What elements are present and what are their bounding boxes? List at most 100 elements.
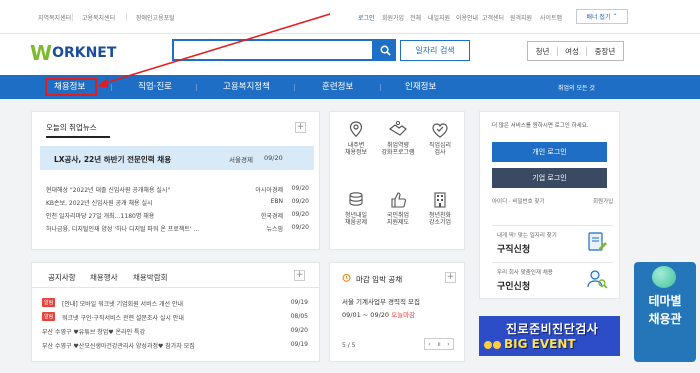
nav-career[interactable]: 직업·진로 [138, 80, 172, 92]
service-label: 지원제도 [386, 219, 410, 226]
search-icon [380, 45, 391, 56]
divider [586, 46, 588, 56]
deadline-dates: 09/01 ~ 09/20 [342, 311, 390, 319]
divider [196, 84, 197, 91]
site-header: W ORKNET 일자리 검색 청년 여성 중장년 [0, 34, 700, 75]
user-search-icon [587, 270, 608, 289]
site-link-disability-portal[interactable]: 장애인고용포털 [136, 13, 175, 22]
theme-banner-line2: 채용관 [648, 312, 682, 326]
tab-notice[interactable]: 공지사항 [48, 272, 76, 283]
news-more-button[interactable]: + [295, 122, 306, 133]
top-utility-bar: 지역복지센터 고용복지센터 장애인고용포털 로그인 회원가입 전체 내일지원 이… [0, 0, 700, 34]
personal-login-button[interactable]: 개인 로그인 [492, 142, 607, 162]
jobseeker-promo[interactable]: 내게 딱! 맞는 일자리 찾기 구직신청 [492, 225, 613, 261]
service-label: 취업역량 [386, 142, 410, 149]
next-icon[interactable]: › [447, 341, 449, 348]
coin-stack-icon [349, 192, 363, 206]
signup-link[interactable]: 회원가입 [382, 13, 404, 22]
nav-welfare-policy[interactable]: 고용복지정책 [223, 80, 270, 92]
chevron-up-icon: ⌃ [612, 13, 618, 20]
promo-title: 구인신청 [497, 282, 531, 292]
news-feature[interactable]: LX공사, 22년 하반기 전문인력 채용 서울경제 09/20 [40, 146, 314, 170]
sitemap-link[interactable]: 사이트맵 [540, 13, 562, 22]
news-item[interactable]: KB손보, 2022년 신입사원 공개 채용 실시 EBN 09/20 [46, 198, 309, 209]
deadline-date-range: 09/01 ~ 09/20 오늘마감 [342, 309, 415, 319]
promo-title: 구직신청 [497, 245, 531, 255]
service-nearby-jobs[interactable]: 내주변 채용정보 [336, 120, 376, 156]
notice-item[interactable]: 알림 워크넷 구인·구직서비스 관련 설문조사 실시 안내 08/05 [42, 312, 308, 324]
notice-tabs: 공지사항 채용행사 채용박람회 [32, 263, 319, 288]
company-login-button[interactable]: 기업 로그인 [492, 168, 607, 188]
service-national-employment[interactable]: 국민취업 지원제도 [378, 190, 418, 226]
service-psych-test[interactable]: 직업심리 검사 [420, 120, 460, 156]
tab-hiring-events[interactable]: 채용행사 [90, 272, 118, 283]
login-message: 더 많은 서비스를 원하시면 로그인 하세요. [492, 123, 589, 129]
site-link-local-welfare[interactable]: 지역복지센터 [38, 13, 71, 22]
promo-subtitle: 내게 딱! 맞는 일자리 찾기 [497, 233, 557, 239]
news-feature-date: 09/20 [264, 154, 283, 162]
news-tab[interactable]: 오늘의 취업뉴스 [46, 122, 97, 133]
theme-hiring-banner[interactable]: 테마별 채용관 [634, 262, 696, 362]
service-youth-savings[interactable]: 청년내일 채움공제 [336, 190, 376, 226]
service-label: 검사 [434, 149, 446, 156]
divider [380, 84, 381, 91]
support-link[interactable]: 내일지원 [428, 13, 450, 22]
nav-talent[interactable]: 인재정보 [405, 80, 436, 92]
search-button[interactable] [374, 39, 396, 61]
guide-link[interactable]: 이용안내 [456, 13, 478, 22]
prev-icon[interactable]: ‹ [428, 341, 430, 348]
find-id-password-link[interactable]: 아이디 · 비밀번호 찾기 [492, 199, 545, 205]
services-panel: 내주변 채용정보 취업역량 강화프로그램 직업심리 검사 청년내일 채움공제 국… [329, 111, 465, 250]
divider [126, 13, 127, 21]
service-label: 채움공제 [344, 219, 368, 226]
worknet-logo[interactable]: W ORKNET [30, 41, 116, 65]
nav-all-menu[interactable]: 취업의 모든 것 [558, 83, 595, 92]
news-item-title: 인천 일자리마당 27일 개최…1180명 채용 [46, 213, 155, 220]
audience-women[interactable]: 여성 [565, 46, 579, 57]
logo-w: W [30, 41, 52, 65]
job-search-button[interactable]: 일자리 검색 [400, 40, 470, 61]
news-item[interactable]: 하나금융, 디지털인재 양성 '하나 디지털 파워 온 프로젝트' … 뉴스핌 … [46, 224, 309, 235]
signup-link-small[interactable]: 회원가입 [593, 197, 613, 205]
login-link[interactable]: 로그인 [358, 13, 375, 22]
pause-icon[interactable]: ॥ [437, 340, 441, 348]
news-item[interactable]: 인천 일자리마당 27일 개최…1180명 채용 한국경제 09/20 [46, 211, 309, 222]
deadline-title: 마감 임박 공채 [356, 275, 403, 284]
news-item-source: 아시아경제 [255, 187, 283, 194]
search-input[interactable] [172, 39, 374, 61]
event-banner-title: 진로준비진단검사 [506, 322, 599, 336]
notice-item-title: 부산 수영구 ♥산모신생아건강관리사 양성과정♥ 참가자 모집 [42, 343, 195, 350]
audience-youth[interactable]: 청년 [536, 46, 550, 57]
news-item[interactable]: 현대해상 "2022년 대졸 신입사원 공개채용 실시" 아시아경제 09/20 [46, 185, 309, 196]
notice-item[interactable]: 알림 [안내] 모바일 워크넷 기업회원 서비스 개선 안내 09/19 [42, 298, 308, 310]
service-label: 강소기업 [428, 219, 452, 226]
employer-promo[interactable]: 우리 회사 맞춤인재 채용 구인신청 [492, 262, 613, 298]
banner-fold-button[interactable]: 배너 접기 ⌃ [576, 9, 628, 24]
deadline-organization[interactable]: 서울 기계사업부 경력직 모집 [342, 296, 420, 306]
notice-item-date: 08/05 [290, 313, 308, 320]
news-item-date: 09/20 [291, 211, 309, 218]
service-label: 내주변 [347, 142, 365, 149]
customer-center-link[interactable]: 고객센터 [482, 13, 504, 22]
nav-training[interactable]: 훈련정보 [322, 80, 353, 92]
remote-support-link[interactable]: 원격지원 [510, 13, 532, 22]
notice-item[interactable]: 부산 수영구 ♥산모신생아건강관리사 양성과정♥ 참가자 모집 09/19 [42, 341, 308, 352]
service-youth-friendly-company[interactable]: 청년친화 강소기업 [420, 190, 460, 226]
news-item-source: 한국경제 [260, 213, 283, 220]
service-employment-program[interactable]: 취업역량 강화프로그램 [378, 120, 418, 156]
all-link[interactable]: 전체 [410, 13, 421, 22]
event-banner[interactable]: 진로준비진단검사 BIG EVENT [479, 316, 620, 356]
notice-item-title: 워크넷 구인·구직서비스 관련 설문조사 실시 안내 [62, 315, 184, 322]
news-item-title: KB손보, 2022년 신입사원 공개 채용 실시 [46, 200, 153, 207]
site-link-employment-welfare[interactable]: 고용복지센터 [82, 13, 115, 22]
audience-middle-aged[interactable]: 중장년 [595, 46, 616, 57]
deadline-more-button[interactable]: + [445, 272, 456, 283]
deadline-pager: 5 / 5 [342, 342, 356, 349]
map-pin-icon [349, 121, 363, 138]
divider [72, 13, 73, 21]
check-heart-icon [432, 123, 448, 138]
notice-item[interactable]: 부산 수영구 ♥유튜브 창업♥ 온라인 특강 09/20 [42, 327, 308, 338]
tab-job-fair[interactable]: 채용박람회 [133, 272, 168, 283]
notice-more-button[interactable]: + [294, 270, 305, 281]
divider [111, 84, 112, 91]
